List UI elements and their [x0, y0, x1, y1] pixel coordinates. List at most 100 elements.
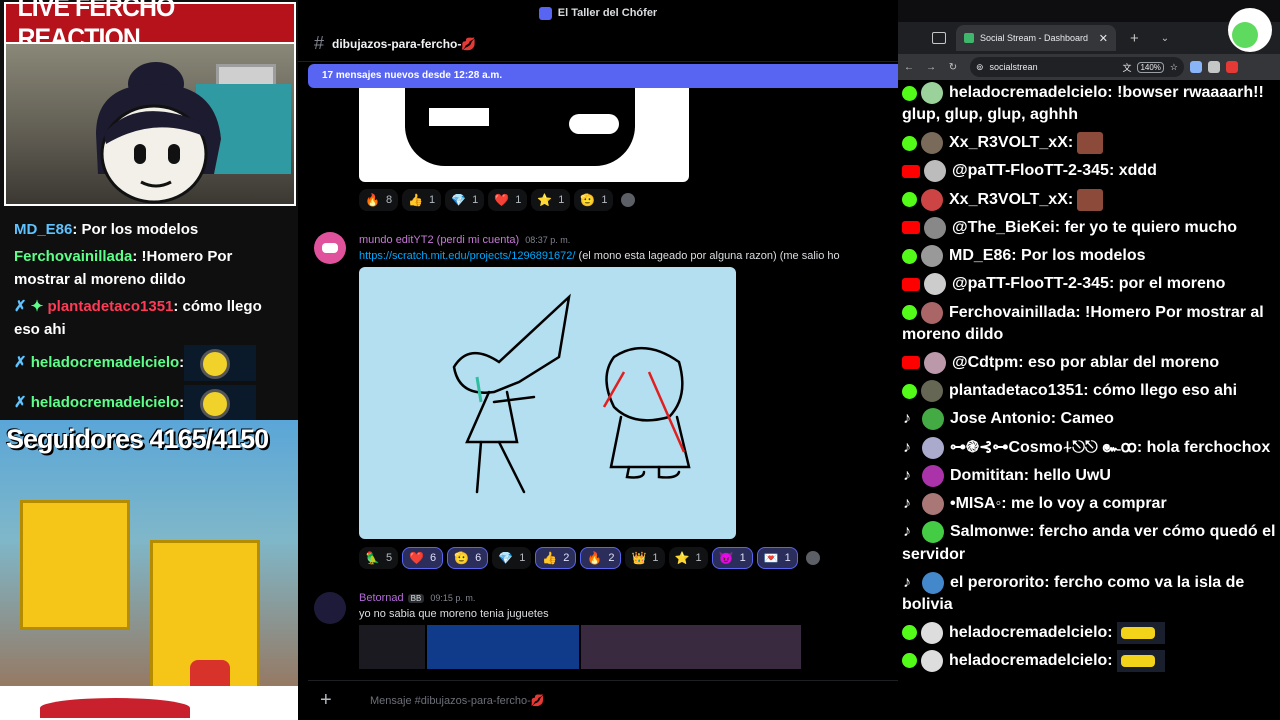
user-avatar — [922, 464, 944, 487]
kick-icon — [902, 653, 917, 669]
attachment-thumb[interactable] — [427, 625, 579, 669]
reaction-chip[interactable]: 👑 1 — [625, 547, 665, 569]
stream-chat-row: @The_BieKei: fer yo te quiero mucho — [898, 215, 1280, 243]
composer-placeholder: Mensaje #dibujazos-para-fercho-💋 — [370, 695, 545, 707]
chat-username: Xx_R3VOLT_xX — [949, 134, 1068, 152]
back-icon[interactable]: ← — [898, 62, 920, 73]
user-avatar — [924, 216, 946, 239]
extension-icon[interactable] — [1190, 61, 1202, 73]
reaction-count: 2 — [563, 552, 570, 564]
reaction-chip[interactable]: 😈 1 — [711, 547, 753, 569]
reaction-bar: 🦜 5 ❤️ 6 🫡 6 💎 1 👍 2 🔥 2 👑 1 ⭐ 1 😈 1 💌 1 — [359, 547, 824, 569]
add-reaction-button[interactable] — [617, 189, 639, 211]
reaction-chip[interactable]: 🦜 5 — [359, 547, 399, 569]
new-tab-icon[interactable]: + — [1130, 30, 1139, 47]
social-stream-feed: heladocremadelcielo: !bowser rwaaaarh!! … — [898, 80, 1280, 720]
chevron-down-icon[interactable]: ⌄ — [1161, 33, 1169, 44]
chat-username: el perororito — [950, 573, 1045, 591]
add-attachment-icon[interactable]: + — [320, 689, 344, 712]
hashtag-icon: # — [314, 33, 325, 53]
reaction-count: 1 — [652, 552, 659, 564]
url-text: socialstrean — [989, 62, 1038, 72]
chat-text: : Por los modelos — [1011, 247, 1146, 265]
stream-chat-row: Domititan: hello UwU — [898, 463, 1280, 491]
extension-icon[interactable] — [1226, 61, 1238, 73]
message-author[interactable]: mundo editYT2 (perdi mi cuenta) — [359, 234, 519, 246]
bookmark-star-icon[interactable]: ☆ — [1170, 62, 1178, 73]
close-tab-icon[interactable]: ✕ — [1099, 32, 1108, 45]
reaction-count: 1 — [429, 194, 436, 206]
minion-emote — [184, 385, 257, 421]
reaction-count: 6 — [430, 552, 437, 564]
attachment-thumb[interactable] — [581, 625, 801, 669]
zoom-level[interactable]: 140% — [1137, 61, 1164, 73]
stream-chat-row: MD_E86: Por los modelos — [898, 243, 1280, 271]
stream-chat-overlay: MD_E86: Por los modelos Ferchovainillada… — [4, 216, 296, 421]
sword-icon: ✗ — [14, 298, 27, 315]
reaction-chip[interactable]: 💎 1 — [492, 547, 532, 569]
user-avatar[interactable] — [314, 592, 346, 624]
reaction-chip[interactable]: 🫡 6 — [447, 547, 489, 569]
reaction-chip[interactable]: 👍 1 — [402, 189, 442, 211]
reaction-chip[interactable]: 👍 2 — [535, 547, 577, 569]
add-reaction-button[interactable] — [802, 547, 824, 569]
reaction-chip[interactable]: 🫡 1 — [574, 189, 614, 211]
translate-icon[interactable]: 文 — [1122, 61, 1131, 74]
reaction-chip[interactable]: ❤️ 1 — [488, 189, 528, 211]
stream-chat-row: heladocremadelcielo: — [898, 620, 1280, 648]
sword-icon: ✗ — [14, 353, 27, 371]
drawing-image[interactable] — [359, 267, 736, 539]
message-composer[interactable]: + Mensaje #dibujazos-para-fercho-💋 — [308, 680, 898, 720]
reaction-count: 8 — [385, 194, 393, 206]
chat-username: @paTT-FlooTT-2-345 — [952, 275, 1109, 293]
stream-chat-row: plantadetaco1351: cómo llego eso ahi — [898, 378, 1280, 406]
browser-window: Social Stream - Dashboard ✕ + ⌄ ← → ↻ ⊚ … — [898, 22, 1280, 720]
chat-username: heladocremadelcielo — [949, 84, 1108, 102]
stream-chat-row: @Cdtpm: eso por ablar del moreno — [898, 350, 1280, 378]
reload-icon[interactable]: ↻ — [942, 62, 964, 73]
stream-chat-row: Xx_R3VOLT_xX: — [898, 187, 1280, 215]
reaction-chip[interactable]: 🔥 2 — [580, 547, 622, 569]
tiktok-icon — [902, 572, 918, 594]
url-input[interactable]: ⊚ socialstrean 文 140% ☆ — [970, 57, 1184, 77]
puzzle-icon[interactable] — [1208, 61, 1220, 73]
new-messages-bar[interactable]: 17 mensajes nuevos desde 12:28 a.m. — [308, 64, 898, 88]
reaction-chip[interactable]: ❤️ 6 — [402, 547, 444, 569]
overlay-footer — [0, 686, 298, 720]
kick-icon — [902, 625, 917, 641]
tab-search-icon[interactable] — [932, 32, 946, 44]
scratch-link[interactable]: https://scratch.mit.edu/projects/1296891… — [359, 250, 575, 262]
kick-icon — [902, 192, 917, 208]
overlay-chat-message: MD_E86: Por los modelos — [4, 216, 296, 243]
youtube-icon — [902, 356, 920, 370]
reaction-emoji: 🔥 — [587, 551, 603, 565]
forward-icon[interactable]: → — [920, 62, 942, 73]
stream-chat-row: Salmonwe: fercho anda ver cómo quedó el … — [898, 519, 1280, 569]
image-attachments — [359, 625, 803, 669]
reaction-chip[interactable]: 💎 1 — [445, 189, 485, 211]
message-image[interactable] — [359, 88, 689, 182]
user-avatar — [922, 493, 944, 516]
tiktok-icon — [902, 408, 918, 430]
stream-chat-row: heladocremadelcielo: — [898, 648, 1280, 676]
reaction-chip[interactable]: ⭐ 1 — [531, 189, 571, 211]
reaction-chip[interactable]: 🔥 8 — [359, 189, 399, 211]
user-avatar — [921, 245, 943, 268]
favicon-icon — [964, 33, 974, 43]
user-avatar[interactable] — [314, 232, 346, 264]
reaction-count: 1 — [695, 552, 702, 564]
reaction-emoji: 🫡 — [454, 551, 470, 565]
reaction-chip[interactable]: ⭐ 1 — [668, 547, 708, 569]
message-author[interactable]: Betornad — [359, 592, 404, 604]
reaction-chip[interactable]: 💌 1 — [756, 547, 798, 569]
webcam-feed — [4, 44, 296, 206]
tab-social-stream[interactable]: Social Stream - Dashboard ✕ — [956, 25, 1116, 51]
chat-username: plantadetaco1351 — [47, 298, 174, 315]
attachment-thumb[interactable] — [359, 625, 425, 669]
game-train — [20, 500, 130, 630]
stream-chat-row: @paTT-FlooTT-2-345: por el moreno — [898, 271, 1280, 299]
chat-username: MD_E86 — [14, 221, 73, 238]
site-info-icon[interactable]: ⊚ — [976, 62, 984, 73]
screen-root: LIVE FERCHO REACTION MD_E86: Por los mod… — [0, 0, 1280, 720]
drawing-sketch — [452, 293, 691, 494]
